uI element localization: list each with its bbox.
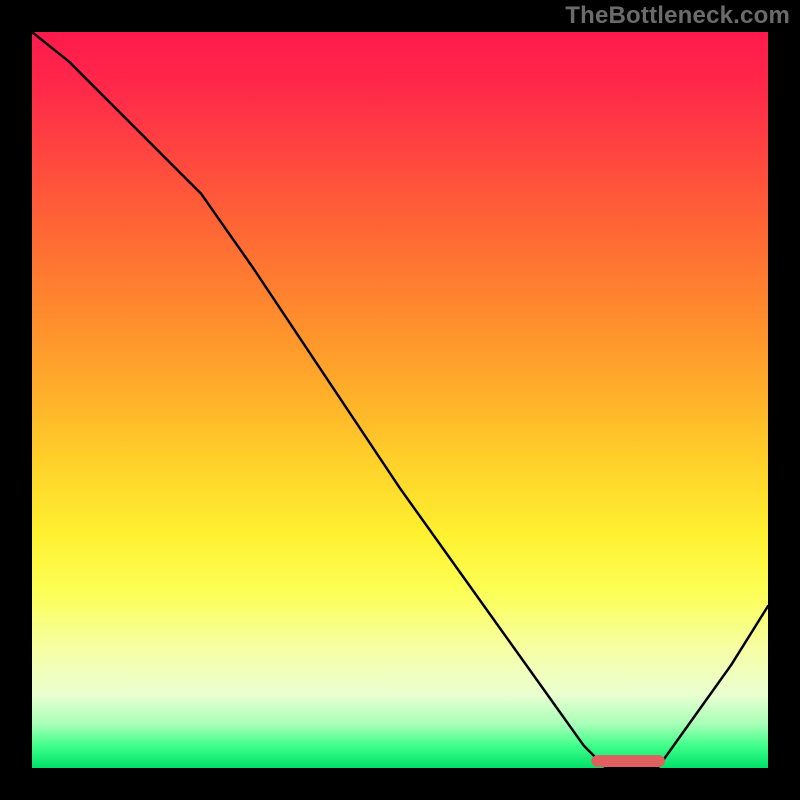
optimal-range-marker <box>591 755 665 767</box>
bottleneck-curve-path <box>32 32 768 768</box>
curve-layer <box>32 32 768 768</box>
chart-container: TheBottleneck.com <box>0 0 800 800</box>
plot-area <box>30 30 770 770</box>
watermark-text: TheBottleneck.com <box>565 2 790 30</box>
